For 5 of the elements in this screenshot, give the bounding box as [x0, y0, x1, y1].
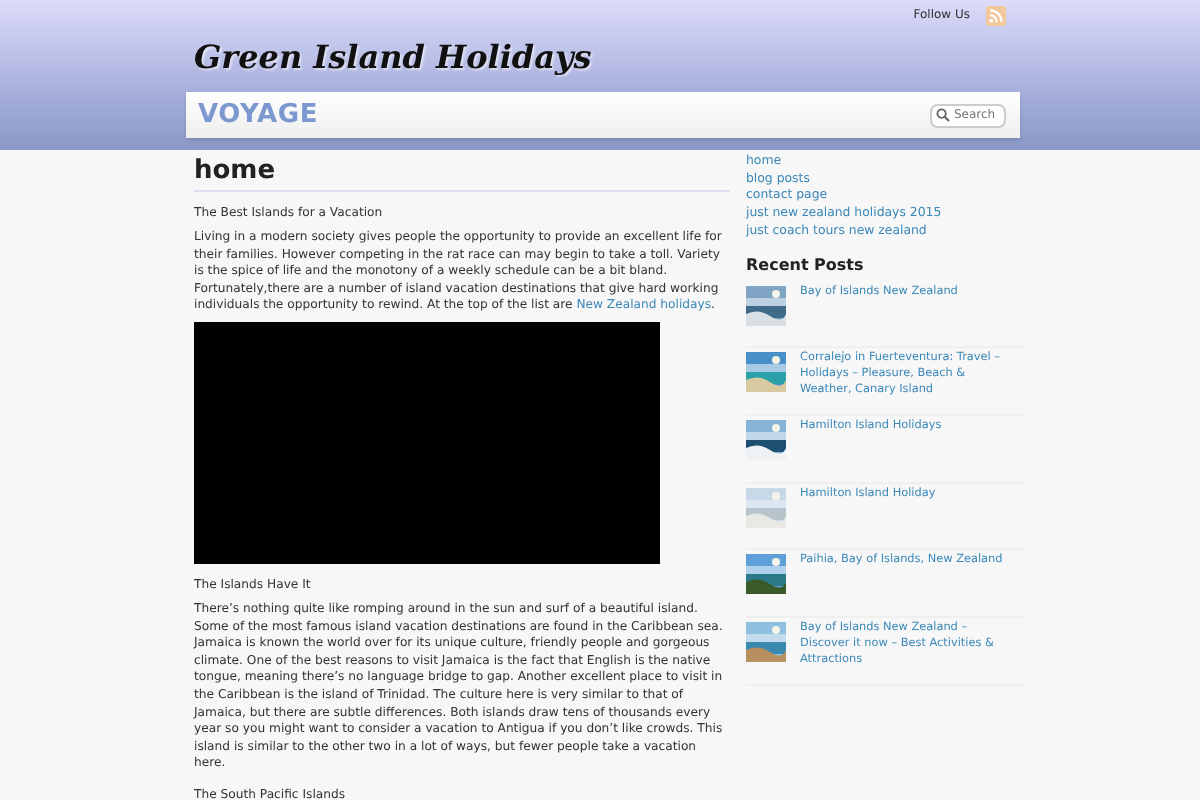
search-icon — [936, 108, 950, 122]
logo[interactable]: VOYAGE — [198, 100, 319, 130]
page-title: home — [194, 156, 730, 192]
widget-title: Recent Posts — [746, 255, 866, 274]
site-title[interactable]: Green Island Holidays — [194, 38, 1020, 78]
